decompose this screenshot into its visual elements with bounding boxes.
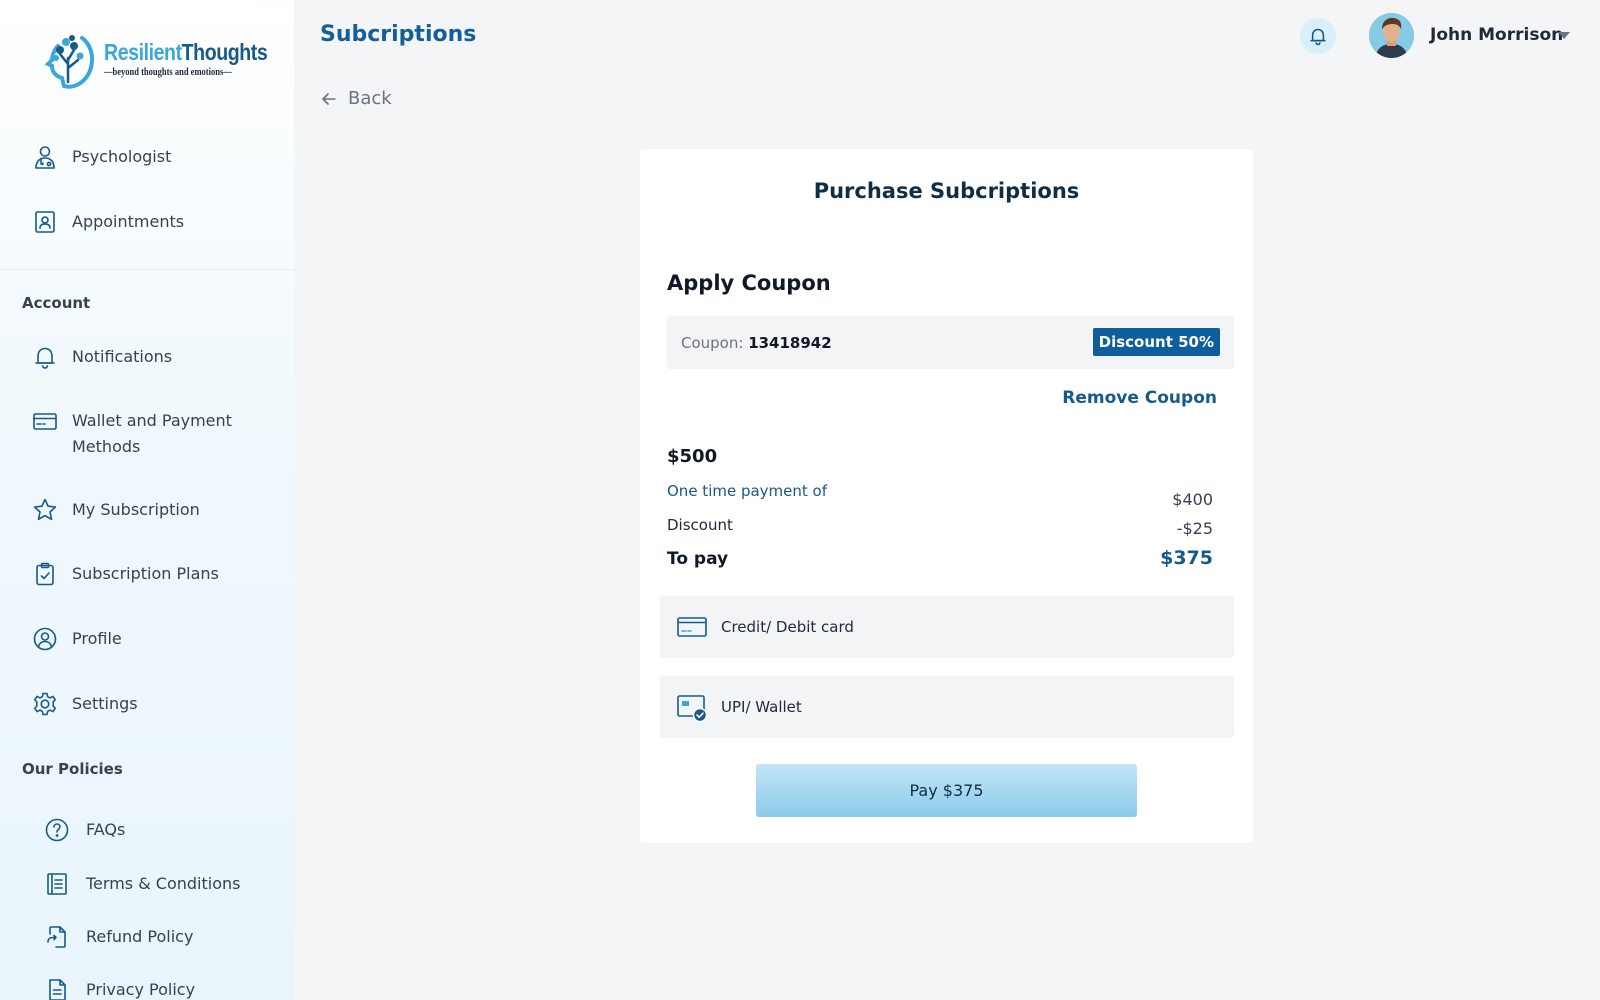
logo-head-tree-icon: [44, 35, 94, 89]
sidebar-item-wallet[interactable]: Wallet and Payment Methods: [32, 408, 252, 460]
sidebar-item-label: Settings: [72, 694, 138, 713]
sidebar-item-label: Refund Policy: [86, 927, 194, 946]
document-list-icon: [47, 873, 67, 895]
to-pay-label: To pay: [667, 549, 729, 569]
privacy-doc-icon: [49, 979, 66, 1000]
sidebar-item-label: Terms & Conditions: [86, 874, 241, 893]
notifications-button[interactable]: [1300, 18, 1336, 54]
coupon-code: 13418942: [748, 334, 832, 352]
clipboard-icon: [36, 562, 54, 586]
payment-method-label: UPI/ Wallet: [721, 698, 802, 716]
sidebar-item-label: Psychologist: [72, 147, 172, 166]
sidebar-item-label: Wallet and Payment Methods: [72, 411, 232, 456]
sidebar-item-subscription-plans[interactable]: Subscription Plans: [32, 561, 252, 587]
sidebar-item-refund[interactable]: Refund Policy: [44, 924, 266, 950]
payment-method-upi[interactable]: UPI/ Wallet: [660, 676, 1234, 738]
credit-card-icon: [677, 617, 707, 637]
sidebar-item-faqs[interactable]: FAQs: [44, 817, 266, 843]
sidebar-item-label: My Subscription: [72, 500, 200, 519]
sidebar-divider: [0, 269, 294, 270]
sidebar-item-privacy[interactable]: Privacy Policy: [44, 977, 266, 1000]
coupon-box: Coupon: 13418942 Discount 50%: [667, 316, 1234, 369]
pay-button[interactable]: Pay $375: [756, 764, 1137, 817]
appointments-icon: [35, 211, 55, 233]
question-icon: [45, 818, 69, 842]
payment-method-card[interactable]: Credit/ Debit card: [660, 596, 1234, 658]
wallet-icon: [33, 413, 57, 430]
upi-wallet-icon: [677, 695, 708, 723]
avatar[interactable]: [1369, 13, 1414, 58]
account-heading: Account: [22, 294, 91, 312]
brand-logo[interactable]: ResilientThoughts —beyond thoughts and e…: [42, 28, 294, 90]
sidebar-item-label: Profile: [72, 629, 122, 648]
back-label: Back: [348, 88, 392, 109]
bell-icon: [1310, 28, 1326, 46]
bell-icon: [35, 347, 55, 369]
purchase-title: Purchase Subcriptions: [813, 179, 1080, 203]
payment-method-label: Credit/ Debit card: [721, 618, 854, 636]
policies-heading: Our Policies: [22, 760, 123, 778]
sidebar-item-appointments[interactable]: Appointments: [32, 209, 252, 235]
one-time-payment-value: $400: [1172, 490, 1213, 509]
sidebar-item-settings[interactable]: Settings: [32, 691, 252, 717]
sidebar: ResilientThoughts —beyond thoughts and e…: [0, 0, 294, 1000]
page-title: Subcriptions: [320, 22, 477, 47]
gear-icon: [34, 692, 56, 716]
discount-label: Discount: [667, 516, 733, 534]
arrow-left-icon: [322, 92, 336, 105]
sidebar-item-psychologist[interactable]: Psychologist: [32, 144, 252, 170]
sidebar-item-terms[interactable]: Terms & Conditions: [44, 871, 266, 897]
star-icon: [33, 498, 57, 521]
purchase-card: Purchase Subcriptions Apply Coupon Coupo…: [640, 149, 1253, 843]
remove-coupon-link[interactable]: Remove Coupon: [1062, 388, 1217, 408]
back-link[interactable]: Back: [320, 88, 392, 109]
sidebar-item-label: FAQs: [86, 820, 126, 839]
chevron-down-icon[interactable]: [1558, 32, 1570, 39]
brand-name: ResilientThoughts: [104, 38, 268, 65]
sidebar-item-label: Privacy Policy: [86, 980, 196, 999]
sidebar-item-my-subscription[interactable]: My Subscription: [32, 497, 252, 523]
to-pay-value: $375: [1160, 547, 1213, 569]
brand-tagline: —beyond thoughts and emotions—: [104, 66, 232, 78]
sidebar-item-profile[interactable]: Profile: [32, 626, 252, 652]
coupon-label: Coupon: 13418942: [681, 334, 832, 352]
sidebar-item-label: Notifications: [72, 347, 173, 366]
sidebar-item-label: Subscription Plans: [72, 564, 219, 583]
total-amount: $500: [667, 446, 718, 467]
user-avatar-icon: [1369, 13, 1414, 58]
one-time-payment-label: One time payment of: [667, 482, 828, 500]
sidebar-item-notifications[interactable]: Notifications: [32, 344, 252, 370]
profile-icon: [33, 627, 57, 651]
psychologist-icon: [35, 146, 55, 169]
discount-value: -$25: [1176, 519, 1213, 538]
sidebar-item-label: Appointments: [72, 212, 185, 231]
user-name[interactable]: John Morrison: [1430, 25, 1563, 45]
refund-icon: [47, 926, 66, 948]
apply-coupon-heading: Apply Coupon: [667, 271, 831, 295]
discount-badge: Discount 50%: [1092, 328, 1220, 356]
